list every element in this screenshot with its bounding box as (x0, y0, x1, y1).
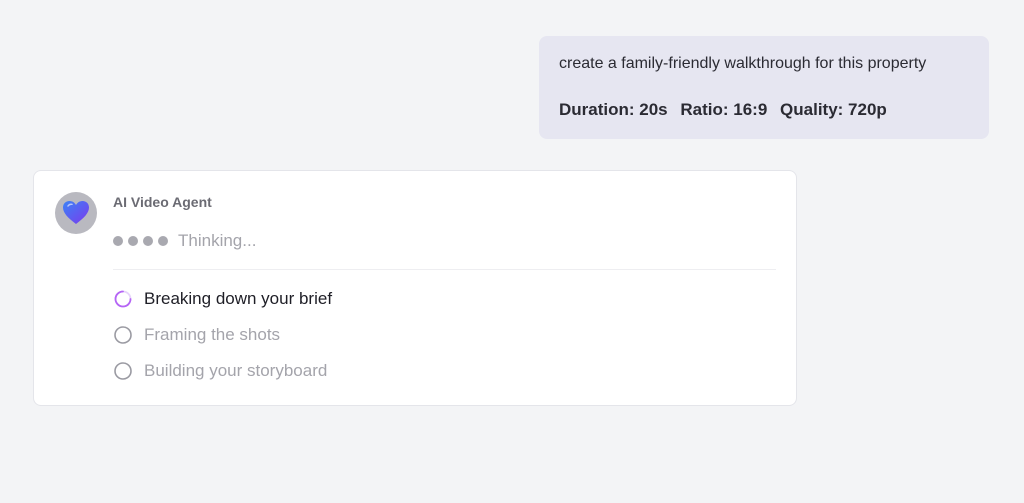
empty-circle-icon (113, 361, 133, 381)
ratio-label: Ratio: 16:9 (680, 100, 768, 119)
divider (113, 269, 776, 270)
step-label: Framing the shots (144, 325, 281, 344)
spinner-icon (113, 289, 133, 309)
user-prompt-text: create a family-friendly walkthrough for… (559, 55, 927, 72)
empty-circle-icon (113, 325, 133, 345)
step-label: Breaking down your brief (144, 289, 333, 308)
thinking-indicator: Thinking... (113, 230, 256, 252)
typing-dots-icon (113, 236, 168, 246)
avatar (55, 192, 97, 234)
step-label: Building your storyboard (144, 361, 328, 380)
user-message-bubble: create a family-friendly walkthrough for… (539, 36, 989, 139)
thinking-status-text: Thinking... (178, 231, 257, 250)
progress-steps-list: Breaking down your brief Framing the sho… (113, 287, 332, 395)
step-building-storyboard: Building your storyboard (113, 359, 332, 383)
agent-response-card: AI Video Agent Thinking... Breaking down… (33, 170, 797, 406)
quality-label: Quality: 720p (780, 100, 887, 119)
agent-name: AI Video Agent (113, 194, 212, 210)
step-breaking-down-brief: Breaking down your brief (113, 287, 332, 311)
heart-icon (63, 201, 89, 224)
video-settings-row: Duration: 20s Ratio: 16:9 Quality: 720p (559, 99, 969, 121)
step-framing-shots: Framing the shots (113, 323, 332, 347)
duration-label: Duration: 20s (559, 100, 668, 119)
